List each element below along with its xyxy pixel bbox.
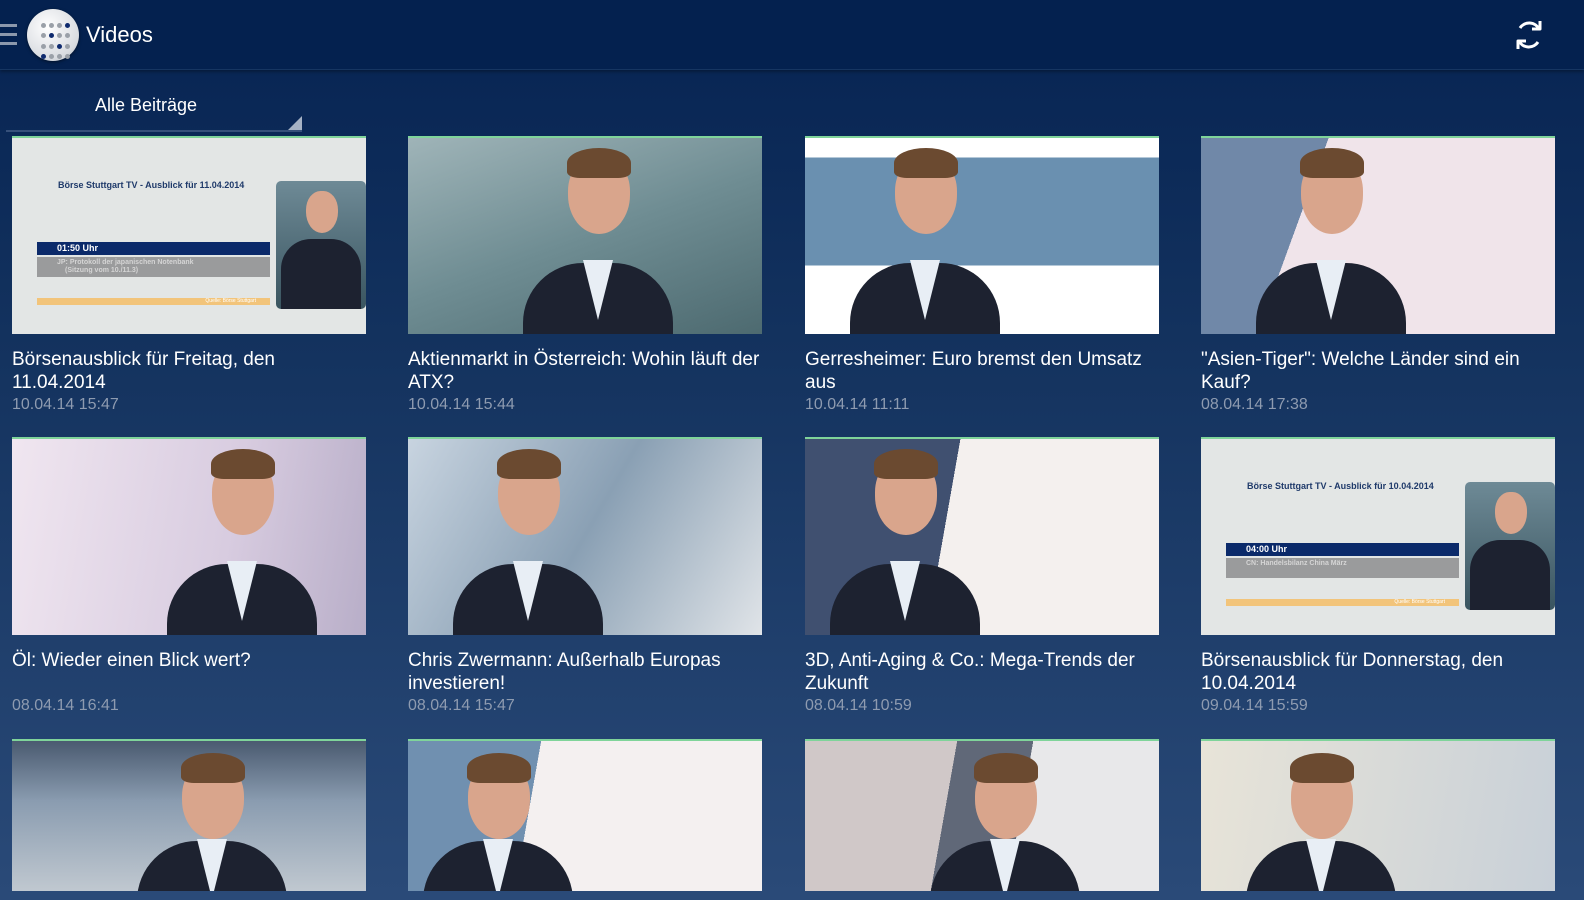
video-thumbnail[interactable] (805, 437, 1159, 635)
dropdown-arrow-icon (288, 116, 302, 130)
slide-source: Quelle: Börse Stuttgart (37, 298, 270, 305)
app-header: Videos (0, 0, 1584, 70)
presenter-image (276, 181, 366, 309)
slide-event-line: CN: Handelsbilanz China März (1246, 560, 1347, 567)
category-selected: Alle Beiträge (95, 95, 198, 115)
video-thumbnail[interactable] (12, 739, 366, 891)
video-card[interactable] (408, 739, 762, 891)
video-thumbnail[interactable]: Börse Stuttgart TV - Ausblick für 10.04.… (1201, 437, 1555, 635)
video-date: 08.04.14 10:59 (805, 697, 912, 714)
video-title[interactable]: Börsenausblick für Donnerstag, den 10.04… (1201, 649, 1555, 695)
video-card[interactable]: Börse Stuttgart TV - Ausblick für 10.04.… (1201, 437, 1555, 715)
hamburger-icon[interactable] (0, 24, 17, 48)
slide-event-line: (Sitzung vom 10./11.3) (65, 267, 139, 274)
video-title[interactable]: Chris Zwermann: Außerhalb Europas invest… (408, 649, 762, 695)
video-title[interactable]: Öl: Wieder einen Blick wert? (12, 649, 366, 695)
video-date: 10.04.14 15:44 (408, 396, 515, 413)
page-title: Videos (86, 22, 153, 47)
video-card[interactable] (12, 739, 366, 891)
slide-event: CN: Handelsbilanz China März (1226, 558, 1459, 578)
video-thumbnail[interactable] (805, 136, 1159, 334)
video-date: 08.04.14 15:47 (408, 697, 515, 714)
slide-time: 01:50 Uhr (37, 242, 270, 255)
slide-heading: Börse Stuttgart TV - Ausblick für 10.04.… (1247, 481, 1434, 491)
video-card[interactable]: Chris Zwermann: Außerhalb Europas invest… (408, 437, 762, 715)
presenter-image (1465, 482, 1555, 610)
video-card[interactable]: Gerresheimer: Euro bremst den Umsatz aus… (805, 136, 1159, 414)
video-card[interactable] (1201, 739, 1555, 891)
slide-heading: Börse Stuttgart TV - Ausblick für 11.04.… (58, 180, 245, 190)
slide-source: Quelle: Börse Stuttgart (1226, 599, 1459, 606)
video-card[interactable]: 3D, Anti-Aging & Co.: Mega-Trends der Zu… (805, 437, 1159, 715)
video-title[interactable]: Börsenausblick für Freitag, den 11.04.20… (12, 348, 366, 394)
video-card[interactable]: "Asien-Tiger": Welche Länder sind ein Ka… (1201, 136, 1555, 414)
video-title[interactable]: Gerresheimer: Euro bremst den Umsatz aus (805, 348, 1159, 394)
video-thumbnail[interactable] (408, 739, 762, 891)
video-date: 08.04.14 17:38 (1201, 396, 1308, 413)
video-card[interactable]: Aktienmarkt in Österreich: Wohin läuft d… (408, 136, 762, 414)
video-card[interactable]: Öl: Wieder einen Blick wert? 08.04.14 16:… (12, 437, 366, 715)
slide-event-line: JP: Protokoll der japanischen Notenbank (57, 259, 194, 266)
video-thumbnail[interactable]: Börse Stuttgart TV - Ausblick für 11.04.… (12, 136, 366, 334)
slide-time: 04:00 Uhr (1226, 543, 1459, 556)
video-thumbnail[interactable] (12, 437, 366, 635)
video-title[interactable]: "Asien-Tiger": Welche Länder sind ein Ka… (1201, 348, 1555, 394)
video-date: 10.04.14 15:47 (12, 396, 119, 413)
app-logo[interactable] (27, 9, 79, 61)
video-thumbnail[interactable] (805, 739, 1159, 891)
video-thumbnail[interactable] (408, 437, 762, 635)
video-card[interactable]: Börse Stuttgart TV - Ausblick für 11.04.… (12, 136, 366, 414)
video-title[interactable]: 3D, Anti-Aging & Co.: Mega-Trends der Zu… (805, 649, 1159, 695)
video-date: 10.04.14 11:11 (805, 396, 910, 413)
video-thumbnail[interactable] (1201, 739, 1555, 891)
video-card[interactable] (805, 739, 1159, 891)
category-dropdown[interactable]: Alle Beiträge (6, 88, 302, 132)
slide-event: JP: Protokoll der japanischen Notenbank(… (37, 257, 270, 277)
refresh-icon[interactable] (1512, 18, 1546, 52)
video-date: 08.04.14 16:41 (12, 697, 119, 714)
video-thumbnail[interactable] (408, 136, 762, 334)
video-title[interactable]: Aktienmarkt in Österreich: Wohin läuft d… (408, 348, 762, 394)
video-thumbnail[interactable] (1201, 136, 1555, 334)
video-date: 09.04.14 15:59 (1201, 697, 1308, 714)
